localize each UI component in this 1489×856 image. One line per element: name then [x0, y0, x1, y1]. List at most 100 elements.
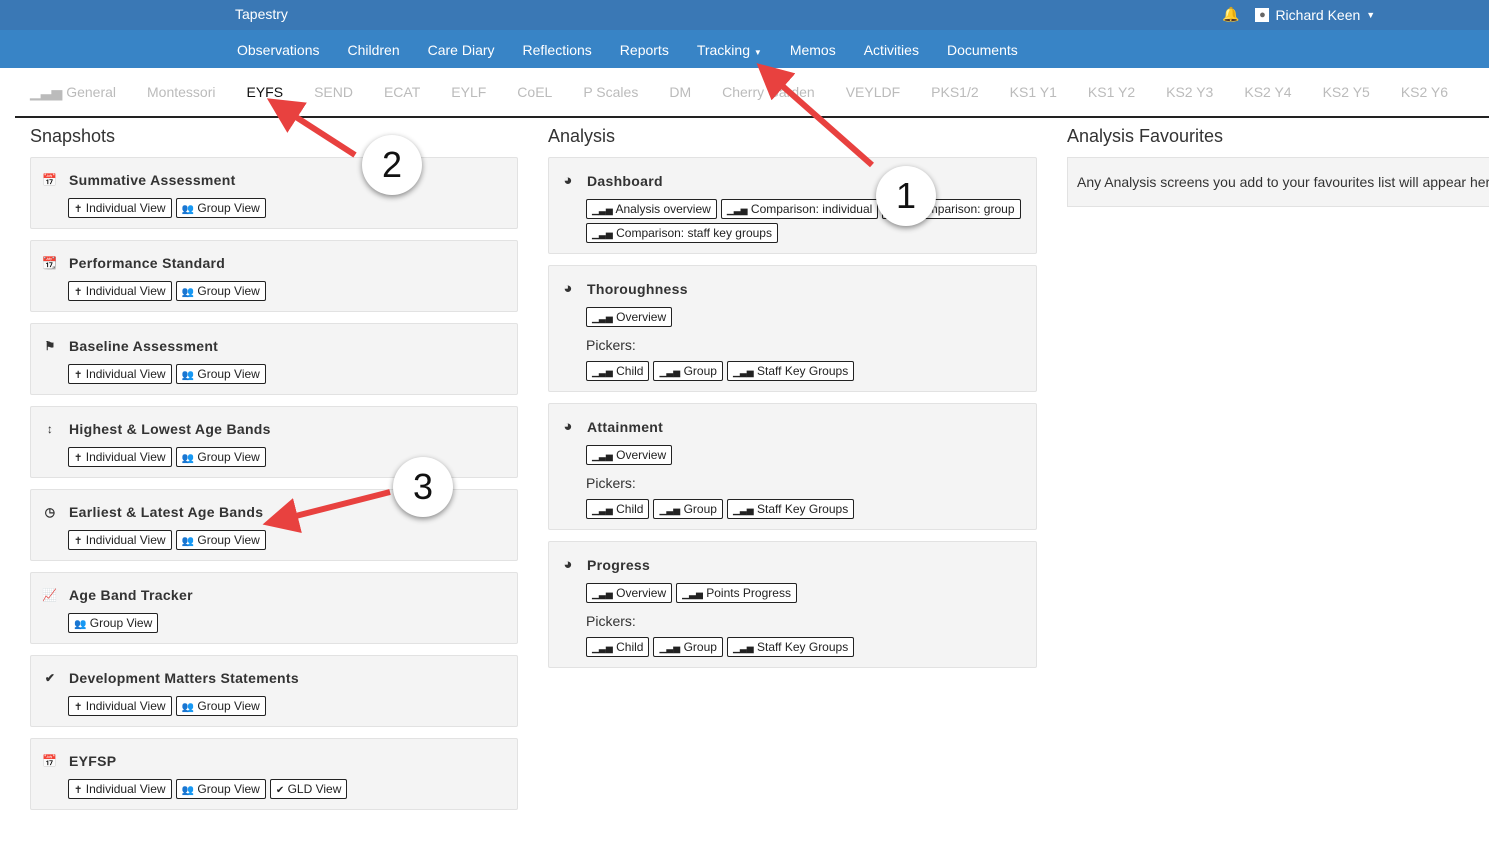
brand-logo[interactable]: Tapestry	[235, 6, 288, 22]
view-icon: 👥	[74, 619, 87, 630]
picker-button[interactable]: ▁▃▅ Group	[653, 499, 723, 519]
analysis-button[interactable]: ▁▃▅ Overview	[586, 583, 673, 603]
favourites-empty-message: Any Analysis screens you add to your fav…	[1067, 157, 1489, 207]
analysis-button[interactable]: ▁▃▅ Comparison: staff key groups	[586, 223, 778, 243]
picker-button[interactable]: ▁▃▅ Staff Key Groups	[726, 637, 855, 657]
picker-button[interactable]: ▁▃▅ Child	[586, 361, 650, 381]
analysis-card: ◕ Progress ▁▃▅ Overview ▁▃▅ Points Progress…	[548, 541, 1037, 668]
tab-cherry-garden[interactable]: Cherry Garden	[722, 68, 815, 116]
gld-view-button[interactable]: ✔ GLD View	[269, 779, 348, 799]
nav-tracking[interactable]: Tracking ▼	[683, 30, 776, 68]
view-icon: 👥	[181, 785, 195, 796]
nav-reports[interactable]: Reports	[606, 30, 683, 68]
tab-general[interactable]: ▁▃▅ General	[30, 68, 116, 116]
tab-eylf[interactable]: EYLF	[451, 68, 486, 116]
tab-ks2-y6[interactable]: KS2 Y6	[1401, 68, 1448, 116]
view-icon: 👥	[181, 204, 195, 215]
group-view-button[interactable]: 👥 Group View	[68, 613, 159, 633]
annotation-1: 1	[876, 166, 936, 226]
user-name[interactable]: Richard Keen	[1275, 7, 1360, 23]
individual-view-button[interactable]: ✝ Individual View	[68, 696, 172, 716]
view-icon: 👥	[181, 536, 195, 547]
nav-reflections[interactable]: Reflections	[509, 30, 606, 68]
tab-p-scales[interactable]: P Scales	[583, 68, 638, 116]
annotation-2: 2	[362, 135, 422, 195]
tab-pks1-2[interactable]: PKS1/2	[931, 68, 978, 116]
bar-chart-icon: ▁▃▅	[592, 205, 613, 215]
group-view-button[interactable]: 👥 Group View	[175, 530, 266, 550]
bar-chart-icon: ▁▃▅	[659, 367, 681, 377]
tab-coel[interactable]: CoEL	[517, 68, 552, 116]
nav-care-diary[interactable]: Care Diary	[414, 30, 509, 68]
individual-view-button[interactable]: ✝ Individual View	[68, 447, 172, 467]
clock-icon: ◷	[44, 505, 56, 519]
tab-ks2-y3[interactable]: KS2 Y3	[1166, 68, 1213, 116]
tab-montessori[interactable]: Montessori	[147, 68, 215, 116]
snapshots-heading: Snapshots	[30, 126, 116, 146]
view-icon: ✝	[74, 702, 83, 713]
bar-chart-icon: ▁▃▅	[682, 589, 703, 599]
snapshot-card: ⚑ Baseline Assessment ✝ Individual View 👥 G…	[30, 323, 518, 395]
group-view-button[interactable]: 👥 Group View	[175, 779, 266, 799]
analysis-button[interactable]: ▁▃▅ Analysis overview	[586, 199, 717, 219]
nav-documents[interactable]: Documents	[933, 30, 1032, 68]
nav-observations[interactable]: Observations	[223, 30, 333, 68]
view-icon: 👥	[181, 370, 195, 381]
check-circle-icon: ✔	[44, 671, 56, 685]
picker-button[interactable]: ▁▃▅ Staff Key Groups	[726, 499, 855, 519]
picker-button[interactable]: ▁▃▅ Group	[653, 361, 723, 381]
tab-veyldf[interactable]: VEYLDF	[846, 68, 900, 116]
analysis-button[interactable]: ▁▃▅ Comparison: individual	[720, 199, 879, 219]
caret-down-icon: ▼	[1366, 9, 1376, 20]
view-icon: ✝	[74, 287, 83, 298]
calendar-icon: 📅	[42, 754, 58, 768]
analysis-heading: Analysis	[548, 126, 616, 146]
pickers-label: Pickers:	[586, 613, 636, 629]
tab-eyfs[interactable]: EYFS	[246, 68, 283, 116]
group-view-button[interactable]: 👥 Group View	[175, 364, 266, 384]
view-icon: 👥	[181, 287, 195, 298]
analysis-button[interactable]: ▁▃▅ Points Progress	[676, 583, 797, 603]
view-icon: ✝	[74, 204, 83, 215]
tab-dm[interactable]: DM	[669, 68, 691, 116]
nav-children[interactable]: Children	[333, 30, 413, 68]
card-title: Development Matters Statements	[69, 670, 299, 686]
group-view-button[interactable]: 👥 Group View	[175, 696, 266, 716]
annotation-3: 3	[393, 457, 453, 517]
picker-button[interactable]: ▁▃▅ Child	[586, 499, 650, 519]
card-title: Summative Assessment	[69, 172, 236, 188]
analysis-card: ◕ Dashboard ▁▃▅ Analysis overview ▁▃▅ Compa…	[548, 157, 1037, 254]
card-title: Thoroughness	[587, 280, 688, 297]
tab-ks2-y4[interactable]: KS2 Y4	[1244, 68, 1291, 116]
individual-view-button[interactable]: ✝ Individual View	[68, 530, 172, 550]
pie-chart-icon: ◕	[563, 556, 573, 573]
individual-view-button[interactable]: ✝ Individual View	[68, 198, 172, 218]
bell-icon[interactable]: 🔔	[1222, 6, 1239, 23]
tab-ks2-y5[interactable]: KS2 Y5	[1323, 68, 1370, 116]
analysis-card: ◕ Thoroughness ▁▃▅ Overview Pickers: ▁▃▅ Chi…	[548, 265, 1037, 392]
tab-ks1-y2[interactable]: KS1 Y2	[1088, 68, 1135, 116]
picker-button[interactable]: ▁▃▅ Staff Key Groups	[726, 361, 855, 381]
card-title: Dashboard	[587, 172, 663, 189]
view-icon: ✝	[74, 785, 83, 796]
individual-view-button[interactable]: ✝ Individual View	[68, 779, 172, 799]
tab-send[interactable]: SEND	[314, 68, 353, 116]
tab-ks1-y1[interactable]: KS1 Y1	[1010, 68, 1057, 116]
individual-view-button[interactable]: ✝ Individual View	[68, 281, 172, 301]
favourites-column: Analysis Favourites Any Analysis screens…	[1067, 126, 1489, 207]
individual-view-button[interactable]: ✝ Individual View	[68, 364, 172, 384]
group-view-button[interactable]: 👥 Group View	[175, 198, 266, 218]
tab-ecat[interactable]: ECAT	[384, 68, 420, 116]
picker-button[interactable]: ▁▃▅ Group	[653, 637, 723, 657]
picker-button[interactable]: ▁▃▅ Child	[586, 637, 650, 657]
analysis-button[interactable]: ▁▃▅ Overview	[586, 445, 673, 465]
group-view-button[interactable]: 👥 Group View	[175, 447, 266, 467]
card-title: Age Band Tracker	[69, 587, 193, 603]
group-view-button[interactable]: 👥 Group View	[175, 281, 266, 301]
snapshot-card: 📈 Age Band Tracker 👥 Group View	[30, 572, 518, 644]
framework-tabs: ▁▃▅ General Montessori EYFS SEND ECAT EYLF CoE…	[15, 68, 1489, 118]
nav-memos[interactable]: Memos	[776, 30, 850, 68]
nav-activities[interactable]: Activities	[850, 30, 933, 68]
analysis-button[interactable]: ▁▃▅ Overview	[586, 307, 673, 327]
user-menu[interactable]: 🔔 ● Richard Keen ▼	[1222, 6, 1375, 23]
